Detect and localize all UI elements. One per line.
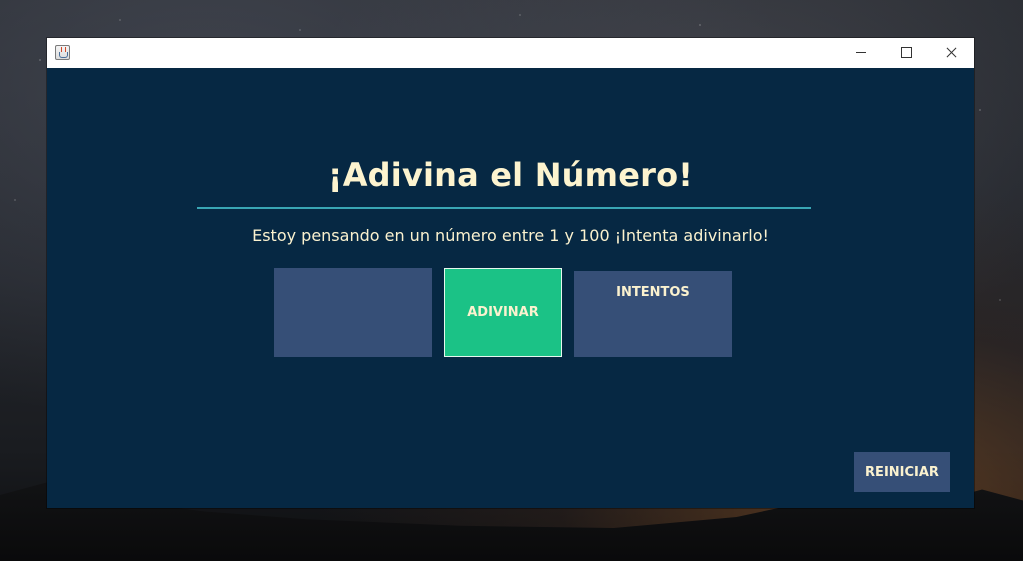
guess-button[interactable]: ADIVINAR	[444, 268, 562, 357]
game-window: ¡Adivina el Número! Estoy pensando en un…	[47, 38, 974, 508]
attempts-panel: INTENTOS	[574, 271, 732, 357]
restart-button[interactable]: REINICIAR	[854, 452, 950, 492]
attempts-label: INTENTOS	[616, 285, 690, 300]
window-title-bar[interactable]	[47, 38, 974, 68]
maximize-icon[interactable]	[883, 38, 929, 68]
close-icon[interactable]	[928, 38, 974, 68]
instructions-text: Estoy pensando en un número entre 1 y 10…	[252, 226, 769, 245]
guess-input[interactable]	[274, 268, 432, 357]
minimize-icon[interactable]	[838, 38, 884, 68]
title-underline	[197, 207, 811, 209]
java-coffee-cup-icon[interactable]	[55, 45, 70, 60]
game-title: ¡Adivina el Número!	[327, 156, 694, 194]
